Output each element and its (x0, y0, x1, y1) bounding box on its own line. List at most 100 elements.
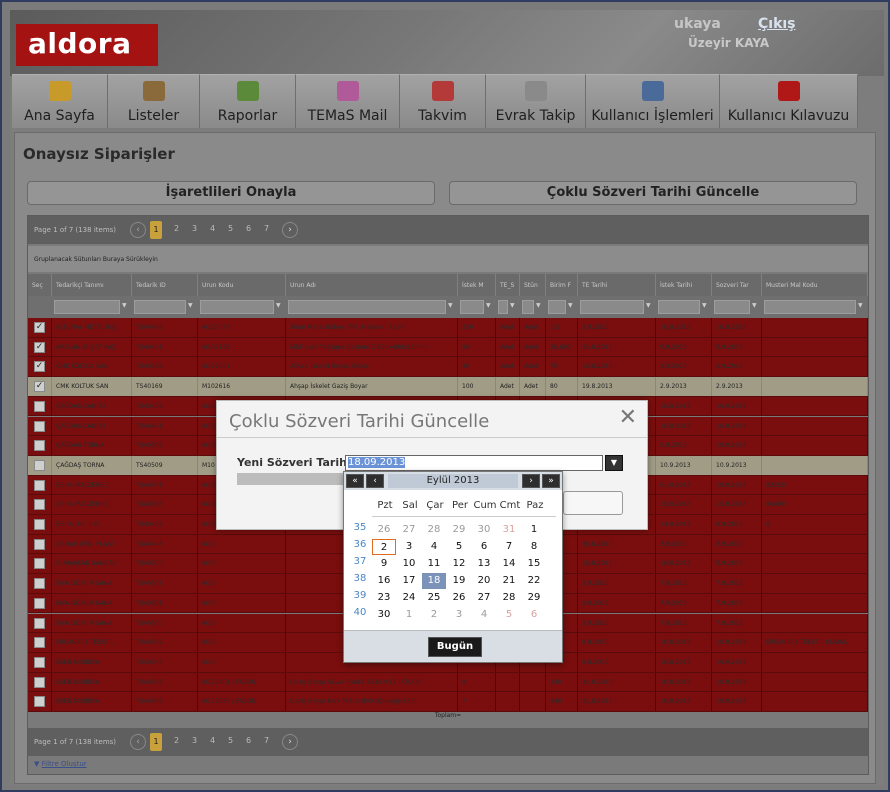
col-unit-filter[interactable] (522, 300, 534, 314)
multi-update-button[interactable]: Çoklu Sözveri Tarihi Güncelle (449, 181, 857, 205)
calendar-day[interactable]: 14 (497, 556, 521, 572)
col-supplier-header[interactable]: Tedarikçi Tanımı (52, 274, 132, 296)
calendar-day[interactable]: 19 (447, 573, 471, 589)
filter-icon[interactable]: ▼ (536, 302, 541, 309)
calendar-day[interactable]: 2 (422, 607, 446, 623)
calendar-day[interactable]: 15 (522, 556, 546, 572)
filter-icon[interactable]: ▼ (752, 302, 757, 309)
calendar-day[interactable]: 31 (497, 522, 521, 538)
filter-icon[interactable]: ▼ (486, 302, 491, 309)
next-page-icon[interactable]: › (282, 734, 298, 750)
page-link[interactable]: 6 (246, 736, 251, 745)
calendar-day[interactable]: 29 (447, 522, 471, 538)
today-button[interactable]: Bugün (428, 637, 482, 657)
page-link[interactable]: 4 (210, 736, 215, 745)
table-row[interactable]: ESEN MOBİLYA TS40346 M177830 / FASON Gaziş … (28, 692, 868, 712)
group-drop-area[interactable]: Gruplanacak Sütunları Buraya Sürükleyin (28, 246, 868, 272)
nav-reports[interactable]: Raporlar (200, 74, 296, 128)
calendar-day[interactable]: 28 (497, 590, 521, 606)
next-page-icon[interactable]: › (282, 222, 298, 238)
row-checkbox[interactable] (34, 459, 45, 471)
page-link[interactable]: 2 (174, 736, 179, 745)
col-product-name-filter[interactable] (288, 300, 446, 314)
page-link[interactable]: 5 (228, 736, 233, 745)
nav-home[interactable]: Ana Sayfa (12, 74, 108, 128)
row-checkbox[interactable] (34, 578, 45, 590)
calendar-day[interactable]: 24 (397, 590, 421, 606)
next-month-button[interactable]: › (522, 474, 540, 488)
calendar-day[interactable]: 6 (472, 539, 496, 555)
prev-page-icon[interactable]: ‹ (130, 222, 146, 238)
row-checkbox[interactable] (34, 479, 45, 491)
row-checkbox[interactable]: ✓ (34, 381, 45, 393)
nav-user-operations[interactable]: Kullanıcı İşlemleri (586, 74, 720, 128)
dialog-ok-button[interactable] (563, 491, 623, 515)
col-promise-date-header[interactable]: Sozveri Tar (712, 274, 762, 296)
calendar-day[interactable]: 13 (472, 556, 496, 572)
row-checkbox[interactable] (34, 538, 45, 550)
calendar-day[interactable]: 6 (522, 607, 546, 623)
calendar-day[interactable]: 25 (422, 590, 446, 606)
prev-month-button[interactable]: ‹ (366, 474, 384, 488)
calendar-day[interactable]: 28 (422, 522, 446, 538)
calendar-day[interactable]: 16 (372, 573, 396, 589)
page-link[interactable]: 7 (264, 224, 269, 233)
prev-year-button[interactable]: « (346, 474, 364, 488)
row-checkbox[interactable] (34, 420, 45, 432)
calendar-day[interactable]: 27 (472, 590, 496, 606)
table-row[interactable]: ✓ CMK KOLTUK SAN TS40169 M102616 Ahşap İskel… (28, 377, 868, 397)
row-checkbox[interactable] (34, 696, 45, 708)
aldora-logo[interactable]: aldora (16, 24, 158, 66)
nav-document-tracking[interactable]: Evrak Takip (486, 74, 586, 128)
calendar-day[interactable]: 22 (522, 573, 546, 589)
filter-icon[interactable]: ▼ (276, 302, 281, 309)
row-checkbox[interactable] (34, 676, 45, 688)
row-checkbox[interactable] (34, 637, 45, 649)
prev-page-icon[interactable]: ‹ (130, 734, 146, 750)
page-link[interactable]: 4 (210, 224, 215, 233)
filter-icon[interactable]: ▼ (448, 302, 453, 309)
filter-icon[interactable]: ▼ (510, 302, 515, 309)
row-checkbox[interactable] (34, 400, 45, 412)
approve-selected-button[interactable]: İşaretlileri Onayla (27, 181, 435, 205)
calendar-toggle-button[interactable]: ▼ (605, 455, 623, 471)
row-checkbox[interactable]: ✓ (34, 361, 45, 373)
logout-link[interactable]: Çıkış (758, 16, 796, 32)
calendar-day[interactable]: 21 (497, 573, 521, 589)
close-icon[interactable]: ✕ (619, 405, 637, 430)
nav-calendar[interactable]: Takvim (400, 74, 486, 128)
calendar-day[interactable]: 8 (522, 539, 546, 555)
calendar-day[interactable]: 5 (447, 539, 471, 555)
col-price-header[interactable]: Birim F (546, 274, 578, 296)
nav-lists[interactable]: Listeler (108, 74, 200, 128)
table-row[interactable]: ESEN MOBİLYA TS40346 M120404 / FASON Gaziş … (28, 672, 868, 693)
calendar-day[interactable]: 10 (397, 556, 421, 572)
calendar-day[interactable]: 30 (372, 607, 396, 623)
row-checkbox[interactable] (34, 519, 45, 530)
calendar-day[interactable]: 4 (472, 607, 496, 623)
col-customer-code-header[interactable]: Musteri Mal Kodu (762, 274, 868, 296)
col-customer-code-filter[interactable] (764, 300, 856, 314)
col-te-s-header[interactable]: TE_S (496, 274, 520, 296)
col-supplier-id-filter[interactable] (134, 300, 186, 314)
col-select-header[interactable]: Seç (28, 274, 52, 296)
create-filter-link[interactable]: Filtre Oluştur (42, 760, 87, 768)
page-link[interactable]: 6 (246, 224, 251, 233)
row-checkbox[interactable]: ✓ (34, 341, 45, 353)
col-request-date-filter[interactable] (658, 300, 700, 314)
calendar-day[interactable]: 7 (497, 539, 521, 555)
page-link[interactable]: 3 (192, 736, 197, 745)
calendar-day[interactable]: 20 (472, 573, 496, 589)
page-link[interactable]: 2 (174, 224, 179, 233)
col-request-date-header[interactable]: İstek Tarihi (656, 274, 712, 296)
calendar-day[interactable]: 27 (397, 522, 421, 538)
current-page[interactable]: 1 (150, 221, 162, 239)
calendar-day[interactable]: 1 (522, 522, 546, 538)
filter-icon[interactable]: ▼ (646, 302, 651, 309)
calendar-day[interactable]: 1 (397, 607, 421, 623)
calendar-day[interactable]: 12 (447, 556, 471, 572)
col-product-code-filter[interactable] (200, 300, 274, 314)
calendar-day[interactable]: 4 (422, 539, 446, 555)
calendar-day[interactable]: 18 (422, 573, 446, 589)
page-link[interactable]: 5 (228, 224, 233, 233)
